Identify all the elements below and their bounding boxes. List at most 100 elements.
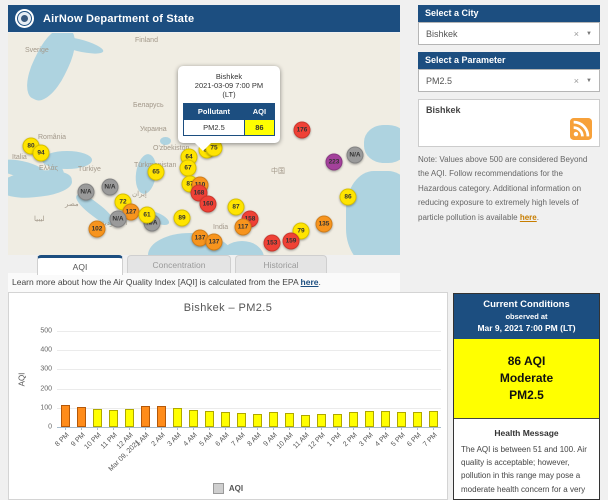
x-axis-tick [401, 427, 402, 430]
x-axis-tick [305, 427, 306, 430]
y-axis-tick-label: 500 [40, 328, 52, 335]
popup-aqi-value: 86 [244, 120, 274, 136]
city-select[interactable]: Bishkek × ▼ [418, 22, 600, 45]
rss-icon[interactable] [570, 118, 592, 140]
aqi-value-block: 86 AQI Moderate PM2.5 [454, 339, 599, 419]
popup-datetime: 2021-03-09 7:00 PM [183, 81, 275, 90]
aqi-marker[interactable]: 61 [139, 207, 156, 224]
aqi-marker[interactable]: 67 [180, 160, 197, 177]
aqi-marker[interactable]: 153 [264, 235, 281, 252]
city-clear-icon[interactable]: × [574, 29, 579, 39]
x-axis-tick [321, 427, 322, 430]
parameter-select[interactable]: PM2.5 × ▼ [418, 69, 600, 92]
chart-bar [333, 414, 342, 427]
aqi-marker[interactable]: 89 [174, 210, 191, 227]
aqi-marker[interactable]: 65 [148, 164, 165, 181]
aqi-chart: Bishkek – PM2.5 AQI 01002003004005008 PM… [8, 292, 448, 500]
x-axis-tick [289, 427, 290, 430]
popup-table: Pollutant AQI PM2.5 86 [183, 103, 275, 136]
map-place-label: Finland [135, 37, 158, 44]
dos-seal-logo [15, 9, 34, 28]
chart-bar [141, 406, 150, 427]
aqi-marker[interactable]: 135 [316, 216, 333, 233]
x-axis-tick [113, 427, 114, 430]
health-message-section: Health Message The AQI is between 51 and… [454, 419, 599, 500]
x-axis-tick [97, 427, 98, 430]
select-city-header: Select a City [418, 5, 600, 22]
aqi-marker[interactable]: 159 [283, 233, 300, 250]
x-axis-tick [209, 427, 210, 430]
city-chevron-down-icon[interactable]: ▼ [586, 31, 592, 37]
y-axis-tick-label: 0 [48, 424, 52, 431]
tab-aqi[interactable]: AQI [37, 255, 123, 275]
gridline [57, 350, 441, 351]
health-message-text: The AQI is between 51 and 100. Air quali… [461, 443, 592, 500]
note-here-link[interactable]: here [520, 213, 537, 222]
map-place-label: India [213, 224, 228, 231]
chart-bar [109, 410, 118, 427]
y-axis-title: AQI [17, 373, 26, 387]
map-place-label: Украина [140, 126, 167, 133]
map-place-label: إيران [132, 190, 147, 198]
aqi-marker[interactable]: 176 [294, 122, 311, 139]
gridline [57, 331, 441, 332]
current-conditions-header: Current Conditions observed at Mar 9, 20… [454, 294, 599, 339]
aqi-marker[interactable]: N/A [110, 211, 127, 228]
legend-label: AQI [229, 484, 243, 493]
chart-bar [429, 411, 438, 428]
aqi-marker[interactable]: 94 [33, 145, 50, 162]
x-axis-tick [81, 427, 82, 430]
tab-bar: AQI Concentration Historical [37, 255, 327, 275]
note-suffix: . [537, 213, 539, 222]
y-axis-tick-label: 400 [40, 347, 52, 354]
chart-bar [413, 412, 422, 427]
x-axis-tick [241, 427, 242, 430]
tab-historical[interactable]: Historical [235, 255, 327, 273]
chart-bar [349, 412, 358, 427]
learn-more-prefix: Learn more about how the Air Quality Ind… [12, 277, 301, 287]
aqi-pollutant: PM2.5 [454, 388, 599, 402]
aqi-marker[interactable]: 86 [340, 189, 357, 206]
popup-city: Bishkek [183, 72, 275, 81]
map-place-label: Ελλάς [39, 165, 58, 172]
learn-more-text: Learn more about how the Air Quality Ind… [12, 277, 321, 287]
aqi-marker[interactable]: N/A [78, 184, 95, 201]
y-axis-tick-label: 100 [40, 404, 52, 411]
aqi-map[interactable]: 8094N/AN/A72127N/AN/A6110265646786758711… [8, 33, 400, 255]
gridline [57, 369, 441, 370]
chart-bar [301, 415, 310, 427]
x-axis-tick [145, 427, 146, 430]
epa-here-link[interactable]: here [301, 277, 319, 287]
popup-pollutant-value: PM2.5 [184, 120, 245, 136]
current-conditions-title: Current Conditions [456, 299, 597, 310]
learn-more-suffix: . [319, 277, 321, 287]
aqi-marker[interactable]: 87 [228, 199, 245, 216]
select-parameter-header: Select a Parameter [418, 52, 600, 69]
x-axis-tick [129, 427, 130, 430]
chart-bar [205, 411, 214, 427]
x-axis-tick [353, 427, 354, 430]
legend-swatch [213, 483, 224, 494]
x-axis-tick [225, 427, 226, 430]
chart-bar [285, 413, 294, 427]
map-place-label: 中国 [271, 166, 285, 176]
chart-bar [173, 408, 182, 427]
aqi-marker[interactable]: N/A [347, 147, 364, 164]
beyond-aqi-note: Note: Values above 500 are considered Be… [418, 153, 598, 225]
gridline [57, 408, 441, 409]
chart-bar [157, 406, 166, 427]
parameter-chevron-down-icon[interactable]: ▼ [586, 78, 592, 84]
chart-bar [237, 413, 246, 427]
aqi-marker[interactable]: 102 [89, 221, 106, 238]
aqi-marker[interactable]: 223 [326, 154, 343, 171]
aqi-marker[interactable]: N/A [102, 179, 119, 196]
x-axis-tick [193, 427, 194, 430]
x-axis-tick [273, 427, 274, 430]
aqi-marker[interactable]: 137 [206, 234, 223, 251]
aqi-marker[interactable]: 160 [200, 196, 217, 213]
aqi-marker[interactable]: 117 [235, 219, 252, 236]
tab-concentration[interactable]: Concentration [127, 255, 231, 273]
map-water-pacific [346, 171, 400, 255]
parameter-clear-icon[interactable]: × [574, 76, 579, 86]
x-axis-tick [161, 427, 162, 430]
